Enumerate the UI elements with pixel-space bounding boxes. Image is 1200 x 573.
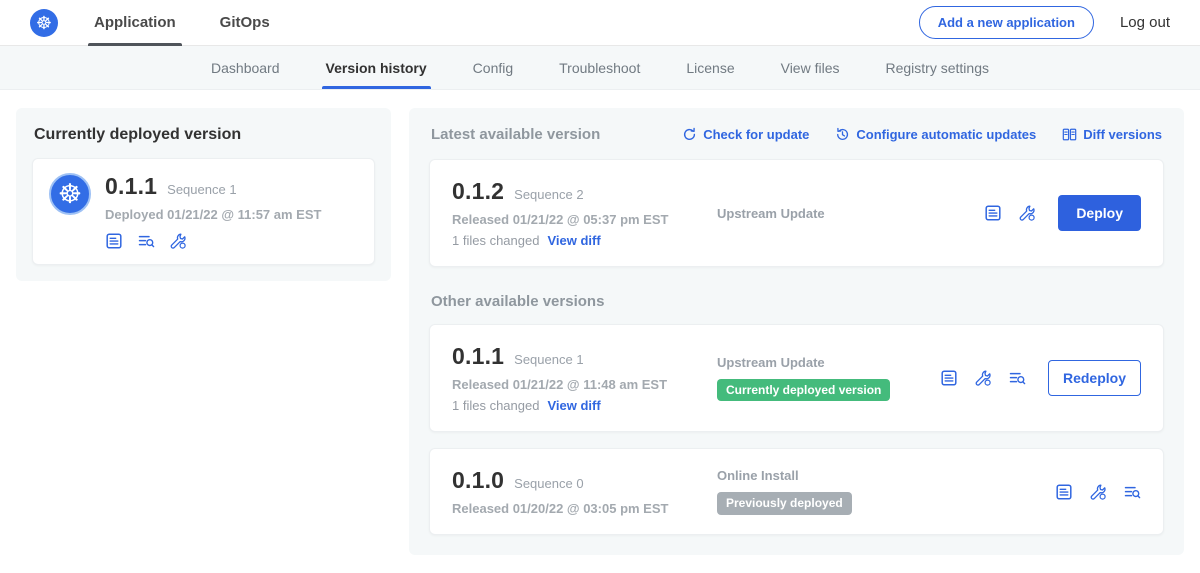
version-source-label: Upstream Update — [717, 206, 825, 221]
diff-versions-link[interactable]: Diff versions — [1062, 127, 1162, 142]
top-bar: ☸ Application GitOps Add a new applicati… — [0, 0, 1200, 46]
subnav-config[interactable]: Config — [473, 46, 513, 89]
version-card-0-1-2: 0.1.2 Sequence 2 Released 01/21/22 @ 05:… — [429, 159, 1164, 267]
subnav-view-files-label: View files — [781, 60, 840, 76]
subnav-version-history-label: Version history — [326, 60, 427, 76]
release-notes-icon[interactable] — [1055, 483, 1073, 501]
version-number: 0.1.0 — [452, 467, 504, 494]
other-versions-title: Other available versions — [431, 293, 1162, 310]
sequence-label: Sequence 2 — [514, 187, 583, 202]
schedule-update-icon — [835, 127, 850, 142]
tab-application[interactable]: Application — [94, 0, 176, 46]
application-icon: ☸ — [49, 173, 91, 215]
deployed-version-card: ☸ 0.1.1 Sequence 1 Deployed 01/21/22 @ 1… — [32, 158, 375, 265]
main-content: Currently deployed version ☸ 0.1.1 Seque… — [0, 90, 1200, 573]
tab-gitops-label: GitOps — [220, 14, 270, 31]
version-source-label: Online Install — [717, 468, 799, 483]
kubernetes-logo-icon: ☸ — [30, 9, 58, 37]
edit-config-icon[interactable] — [1089, 483, 1107, 501]
diff-versions-label: Diff versions — [1083, 127, 1162, 142]
files-changed-label: 1 files changed — [452, 233, 539, 248]
released-timestamp: Released 01/21/22 @ 05:37 pm EST — [452, 212, 717, 227]
view-diff-link[interactable]: View diff — [547, 398, 600, 413]
subnav-version-history[interactable]: Version history — [326, 46, 427, 89]
released-timestamp: Released 01/20/22 @ 03:05 pm EST — [452, 501, 717, 516]
subnav-view-files[interactable]: View files — [781, 46, 840, 89]
view-diff-link[interactable]: View diff — [547, 233, 600, 248]
subnav-config-label: Config — [473, 60, 513, 76]
tab-application-label: Application — [94, 14, 176, 31]
tab-gitops[interactable]: GitOps — [220, 0, 270, 46]
add-application-button[interactable]: Add a new application — [919, 6, 1094, 39]
configure-automatic-updates-label: Configure automatic updates — [856, 127, 1036, 142]
deployed-sequence-label: Sequence 1 — [167, 182, 236, 197]
diff-icon — [1062, 127, 1077, 142]
view-logs-icon[interactable] — [1008, 369, 1026, 387]
deployed-timestamp: Deployed 01/21/22 @ 11:57 am EST — [105, 207, 321, 222]
release-notes-icon[interactable] — [940, 369, 958, 387]
subnav-registry-settings-label: Registry settings — [886, 60, 989, 76]
edit-config-icon[interactable] — [169, 232, 187, 250]
available-versions-panel: Latest available version Check for updat… — [409, 108, 1184, 555]
currently-deployed-panel: Currently deployed version ☸ 0.1.1 Seque… — [16, 108, 391, 281]
files-changed-label: 1 files changed — [452, 398, 539, 413]
version-number: 0.1.2 — [452, 178, 504, 205]
check-for-update-link[interactable]: Check for update — [682, 127, 809, 142]
deployed-version-number: 0.1.1 — [105, 173, 157, 200]
sequence-label: Sequence 1 — [514, 352, 583, 367]
refresh-icon — [682, 127, 697, 142]
release-notes-icon[interactable] — [105, 232, 123, 250]
sequence-label: Sequence 0 — [514, 476, 583, 491]
released-timestamp: Released 01/21/22 @ 11:48 am EST — [452, 377, 717, 392]
subnav-troubleshoot[interactable]: Troubleshoot — [559, 46, 640, 89]
subnav-troubleshoot-label: Troubleshoot — [559, 60, 640, 76]
edit-config-icon[interactable] — [974, 369, 992, 387]
view-logs-icon[interactable] — [1123, 483, 1141, 501]
latest-available-title: Latest available version — [431, 126, 600, 143]
edit-config-icon[interactable] — [1018, 204, 1036, 222]
release-notes-icon[interactable] — [984, 204, 1002, 222]
topbar-right: Add a new application Log out — [919, 6, 1170, 39]
view-logs-icon[interactable] — [137, 232, 155, 250]
subnav-registry-settings[interactable]: Registry settings — [886, 46, 989, 89]
version-card-0-1-1: 0.1.1 Sequence 1 Released 01/21/22 @ 11:… — [429, 324, 1164, 432]
configure-automatic-updates-link[interactable]: Configure automatic updates — [835, 127, 1036, 142]
check-for-update-label: Check for update — [703, 127, 809, 142]
subnav-license[interactable]: License — [686, 46, 734, 89]
redeploy-button[interactable]: Redeploy — [1048, 360, 1141, 396]
subnav-license-label: License — [686, 60, 734, 76]
deploy-button[interactable]: Deploy — [1058, 195, 1141, 231]
app-subnav: Dashboard Version history Config Trouble… — [0, 46, 1200, 90]
subnav-dashboard-label: Dashboard — [211, 60, 280, 76]
version-number: 0.1.1 — [452, 343, 504, 370]
currently-deployed-badge: Currently deployed version — [717, 379, 890, 401]
logout-button[interactable]: Log out — [1120, 14, 1170, 31]
previously-deployed-badge: Previously deployed — [717, 492, 852, 514]
version-source-label: Upstream Update — [717, 355, 825, 370]
version-card-0-1-0: 0.1.0 Sequence 0 Released 01/20/22 @ 03:… — [429, 448, 1164, 535]
deployed-panel-title: Currently deployed version — [34, 126, 373, 144]
subnav-dashboard[interactable]: Dashboard — [211, 46, 280, 89]
